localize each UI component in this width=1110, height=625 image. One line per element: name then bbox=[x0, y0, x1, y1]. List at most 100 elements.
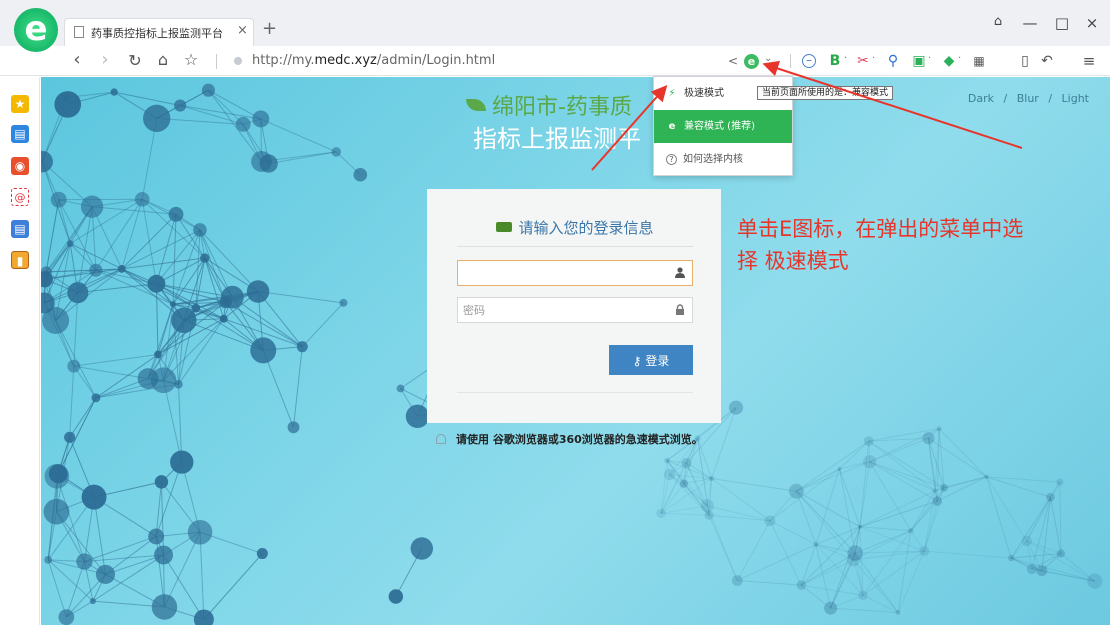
password-input[interactable] bbox=[458, 298, 668, 322]
network-link bbox=[84, 535, 157, 562]
network-node bbox=[250, 337, 277, 364]
network-node bbox=[729, 400, 744, 415]
network-link bbox=[985, 476, 1012, 559]
network-node bbox=[171, 307, 197, 334]
network-node bbox=[50, 191, 67, 208]
engine-e-icon[interactable]: e bbox=[744, 54, 759, 69]
reader-icon[interactable]: ▯ bbox=[1016, 52, 1034, 70]
game-icon[interactable]: ▣ bbox=[910, 52, 928, 70]
network-node bbox=[863, 455, 877, 469]
toolbar-divider bbox=[216, 54, 217, 69]
home-icon[interactable]: ⌂ bbox=[152, 50, 174, 69]
network-link bbox=[260, 118, 337, 153]
forward-icon[interactable]: › bbox=[94, 49, 116, 70]
login-button[interactable]: ⚷ 登录 bbox=[609, 345, 693, 375]
docs-icon[interactable]: ▤ bbox=[11, 220, 29, 238]
new-tab-button[interactable]: + bbox=[262, 18, 277, 39]
tab-close-icon[interactable]: × bbox=[237, 23, 248, 38]
weibo-icon[interactable]: ◉ bbox=[11, 157, 29, 175]
page-content: Dark / Blur / Light 绵阳市-药事质 指标上报监测平 请输入您… bbox=[41, 77, 1110, 625]
network-link bbox=[1026, 497, 1051, 542]
back-icon[interactable]: ‹ bbox=[66, 49, 88, 70]
network-node bbox=[1021, 535, 1032, 547]
annotation-line-2: 择 极速模式 bbox=[737, 249, 849, 273]
network-link bbox=[73, 354, 159, 367]
network-node bbox=[984, 474, 989, 479]
network-node bbox=[235, 116, 251, 132]
network-link bbox=[707, 505, 771, 522]
security-icon[interactable]: ◆ bbox=[940, 52, 958, 70]
network-link bbox=[293, 346, 303, 428]
theme-switcher: Dark / Blur / Light bbox=[965, 92, 1092, 105]
browser-tab[interactable]: 药事质控指标上报监测平台 × bbox=[64, 18, 254, 46]
network-node bbox=[788, 483, 804, 499]
network-link bbox=[69, 366, 75, 438]
network-node bbox=[67, 282, 89, 304]
close-button[interactable]: × bbox=[1082, 14, 1102, 32]
minimize-button[interactable]: — bbox=[1020, 14, 1040, 32]
network-link bbox=[736, 520, 771, 581]
network-link bbox=[155, 283, 159, 355]
network-node bbox=[824, 601, 838, 615]
skin-icon[interactable]: ⌂ bbox=[988, 14, 1008, 29]
network-link bbox=[160, 481, 165, 556]
network-node bbox=[252, 110, 270, 128]
chevron-down-icon[interactable]: · bbox=[872, 53, 875, 64]
chevron-down-icon[interactable]: · bbox=[844, 53, 847, 64]
news-icon[interactable]: ▤ bbox=[11, 125, 29, 143]
maximize-button[interactable]: □ bbox=[1052, 14, 1072, 32]
network-node bbox=[67, 359, 81, 373]
menu-icon[interactable]: ≡ bbox=[1080, 52, 1098, 70]
menu-item-compat-mode[interactable]: e 兼容模式 (推荐) bbox=[654, 110, 792, 143]
favorite-star-icon[interactable]: ☆ bbox=[180, 50, 202, 69]
theme-light-link[interactable]: Light bbox=[1062, 92, 1089, 105]
network-node bbox=[296, 341, 308, 353]
engine-chevron-down-icon[interactable]: ⌄ bbox=[764, 53, 772, 64]
username-input[interactable] bbox=[458, 261, 668, 285]
login-heading: 请输入您的登录信息 bbox=[457, 217, 693, 247]
network-node bbox=[58, 609, 75, 625]
refresh-icon[interactable]: ↻ bbox=[124, 51, 146, 70]
network-node bbox=[1026, 563, 1038, 575]
navigation-toolbar: ‹ › ↻ ⌂ ☆ http://my.medc.xyz/admin/Login… bbox=[0, 46, 1110, 76]
network-link bbox=[924, 550, 1012, 559]
network-link bbox=[938, 428, 987, 478]
network-node bbox=[169, 301, 177, 308]
network-node bbox=[251, 151, 273, 172]
network-node bbox=[908, 527, 914, 534]
apps-icon[interactable]: ▦ bbox=[970, 52, 988, 70]
network-link bbox=[258, 290, 344, 304]
login-panel: 请输入您的登录信息 ⚷ 登录 bbox=[427, 189, 721, 423]
favorites-icon[interactable]: ★ bbox=[11, 95, 29, 113]
network-node bbox=[134, 192, 150, 207]
translate-icon[interactable]: B bbox=[826, 52, 844, 70]
notes-icon[interactable]: ▮ bbox=[11, 251, 29, 269]
share-icon[interactable]: < bbox=[724, 52, 742, 70]
menu-item-how-to-choose[interactable]: ? 如何选择内核 bbox=[654, 143, 792, 176]
network-link bbox=[711, 478, 771, 522]
screenshot-icon[interactable]: ✂ bbox=[854, 52, 872, 70]
username-field bbox=[457, 260, 693, 286]
search-icon[interactable]: ⚲ bbox=[884, 52, 902, 70]
network-node bbox=[66, 240, 74, 247]
network-node bbox=[1087, 573, 1103, 589]
network-link bbox=[95, 199, 143, 271]
toolbar-divider bbox=[790, 54, 791, 68]
site-info-icon[interactable] bbox=[234, 57, 242, 65]
browser-logo-icon[interactable] bbox=[14, 8, 58, 52]
page-icon bbox=[74, 26, 84, 38]
chevron-down-icon[interactable]: · bbox=[928, 53, 931, 64]
network-node bbox=[219, 314, 228, 323]
zoom-out-icon[interactable]: – bbox=[802, 54, 816, 68]
network-node bbox=[708, 475, 715, 482]
chevron-down-icon[interactable]: · bbox=[958, 53, 961, 64]
network-node bbox=[148, 528, 165, 545]
lock-icon bbox=[676, 304, 684, 315]
theme-dark-link[interactable]: Dark bbox=[968, 92, 994, 105]
address-bar[interactable]: http://my.medc.xyz/admin/Login.html bbox=[252, 53, 495, 68]
theme-blur-link[interactable]: Blur bbox=[1017, 92, 1039, 105]
undo-icon[interactable]: ↶ bbox=[1038, 52, 1056, 70]
monitor-icon bbox=[496, 222, 513, 232]
mail-icon[interactable]: @ bbox=[11, 188, 29, 206]
network-node bbox=[837, 466, 842, 471]
